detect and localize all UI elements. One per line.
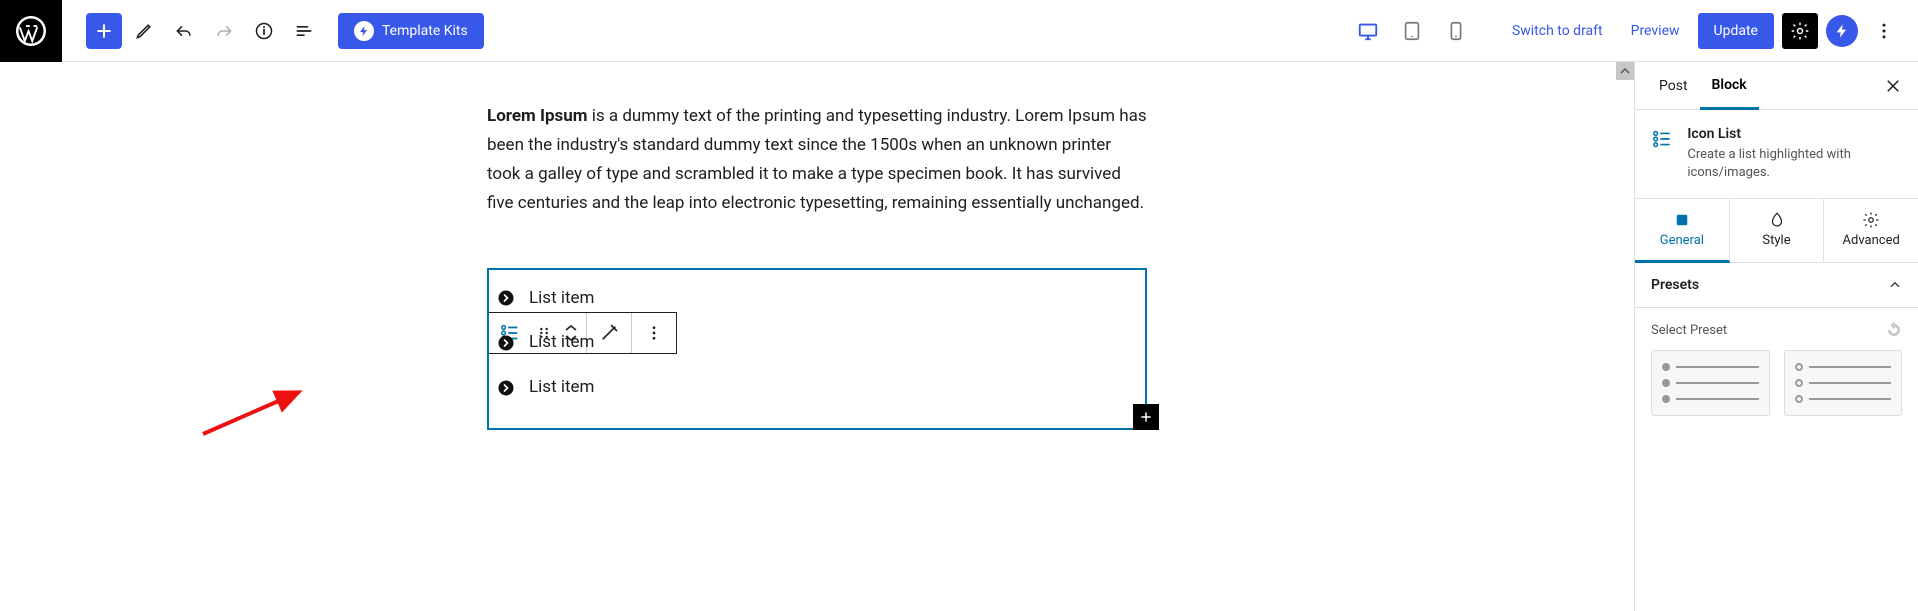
sidebar-tabs: Post Block <box>1635 62 1918 110</box>
subtab-general[interactable]: General <box>1635 199 1730 263</box>
icon-list-icon <box>1651 126 1673 152</box>
add-block-button[interactable] <box>86 13 122 49</box>
subtab-style[interactable]: Style <box>1730 199 1825 262</box>
reset-preset-button[interactable] <box>1886 322 1902 338</box>
bolt-icon <box>354 21 374 41</box>
list-item[interactable]: List item <box>493 276 1141 321</box>
add-list-item-button[interactable] <box>1133 404 1159 430</box>
mobile-preview-button[interactable] <box>1438 13 1474 49</box>
select-preset-label: Select Preset <box>1651 323 1727 338</box>
general-icon <box>1673 211 1691 229</box>
preview-button[interactable]: Preview <box>1621 15 1690 47</box>
icon-list-block[interactable]: List item List item List item <box>487 268 1147 431</box>
document-overview-button[interactable] <box>246 13 282 49</box>
gear-icon <box>1790 21 1810 41</box>
plugin-bolt-button[interactable] <box>1826 15 1858 47</box>
preset-option-1[interactable] <box>1651 350 1770 416</box>
style-icon <box>1768 211 1786 229</box>
post-content: Lorem Ipsum is a dummy text of the print… <box>487 102 1147 430</box>
subtab-advanced[interactable]: Advanced <box>1824 199 1918 262</box>
arrow-circle-right-icon <box>497 289 515 307</box>
list-item-text[interactable]: List item <box>529 284 594 313</box>
kebab-icon <box>1874 21 1894 41</box>
refresh-icon <box>1886 322 1902 338</box>
presets-section-toggle[interactable]: Presets <box>1635 263 1918 308</box>
pencil-icon <box>134 21 154 41</box>
subtab-general-label: General <box>1660 233 1704 248</box>
settings-subtabs: General Style Advanced <box>1635 199 1918 263</box>
undo-button[interactable] <box>166 13 202 49</box>
update-button[interactable]: Update <box>1698 13 1774 49</box>
mobile-icon <box>1445 20 1467 42</box>
wordpress-logo[interactable] <box>0 0 62 62</box>
block-description: Icon List Create a list highlighted with… <box>1635 110 1918 199</box>
plus-icon <box>94 21 114 41</box>
list-view-button[interactable] <box>286 13 322 49</box>
bolt-icon <box>1834 23 1850 39</box>
advanced-gear-icon <box>1862 211 1880 229</box>
tablet-preview-button[interactable] <box>1394 13 1430 49</box>
info-icon <box>254 21 274 41</box>
paragraph-bold: Lorem Ipsum <box>487 106 588 126</box>
outline-icon <box>294 21 314 41</box>
edit-tool-button[interactable] <box>126 13 162 49</box>
block-settings-sidebar: Post Block Icon List Create a list highl… <box>1634 62 1918 611</box>
chevron-up-icon <box>1888 278 1902 292</box>
presets-header-label: Presets <box>1651 277 1699 293</box>
select-preset-row: Select Preset <box>1635 308 1918 342</box>
template-kits-button[interactable]: Template Kits <box>338 13 484 49</box>
editor-top-bar: Template Kits Switch to draft Preview Up… <box>0 0 1918 62</box>
tab-block[interactable]: Block <box>1700 63 1759 110</box>
block-name-label: Icon List <box>1687 126 1902 142</box>
preset-options <box>1635 342 1918 432</box>
editor-canvas[interactable]: Lorem Ipsum is a dummy text of the print… <box>0 62 1634 611</box>
tablet-icon <box>1401 20 1423 42</box>
list-item-text[interactable]: List item <box>529 328 594 357</box>
block-description-text: Create a list highlighted with icons/ima… <box>1687 146 1902 182</box>
top-bar-right-tools: Switch to draft Preview Update <box>1350 13 1918 49</box>
more-options-button[interactable] <box>1866 13 1902 49</box>
paragraph-block[interactable]: Lorem Ipsum is a dummy text of the print… <box>487 102 1147 218</box>
plus-icon <box>1138 409 1154 425</box>
switch-to-draft-button[interactable]: Switch to draft <box>1502 15 1613 47</box>
template-kits-label: Template Kits <box>382 23 468 39</box>
settings-panel-toggle[interactable] <box>1782 13 1818 49</box>
arrow-circle-right-icon <box>497 379 515 397</box>
redo-button[interactable] <box>206 13 242 49</box>
close-sidebar-button[interactable] <box>1880 73 1906 99</box>
desktop-preview-button[interactable] <box>1350 13 1386 49</box>
desktop-icon <box>1357 20 1379 42</box>
redo-icon <box>214 21 234 41</box>
close-icon <box>1884 77 1902 95</box>
tab-post[interactable]: Post <box>1647 64 1700 108</box>
list-item[interactable]: List item <box>493 320 1141 365</box>
preset-option-2[interactable] <box>1784 350 1903 416</box>
subtab-style-label: Style <box>1762 233 1790 248</box>
annotation-arrow-icon <box>195 382 315 442</box>
undo-icon <box>174 21 194 41</box>
subtab-advanced-label: Advanced <box>1843 233 1900 248</box>
arrow-circle-right-icon <box>497 334 515 352</box>
list-item-text[interactable]: List item <box>529 373 594 402</box>
list-item[interactable]: List item <box>493 365 1141 410</box>
top-bar-left-tools: Template Kits <box>62 13 484 49</box>
wordpress-icon <box>16 16 46 46</box>
